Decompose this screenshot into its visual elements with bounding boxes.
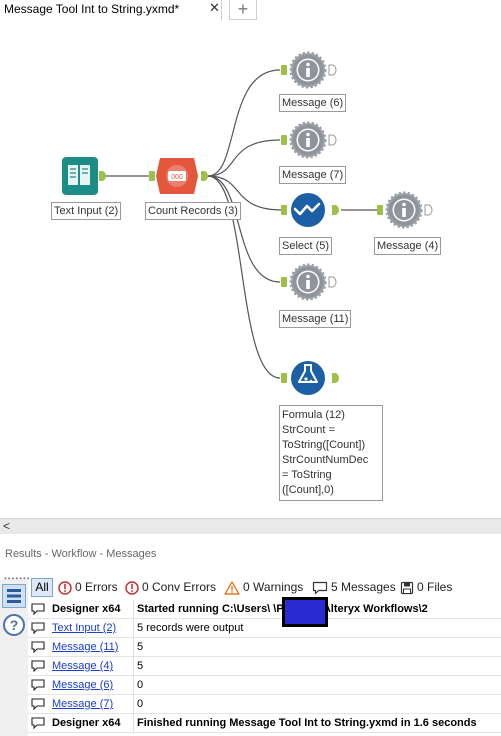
message-bubble-icon (31, 622, 45, 634)
count-records-label: Count Records (3) (145, 202, 241, 220)
message-7-label: Message (7) (279, 166, 347, 184)
message-bubble-icon (31, 698, 45, 710)
document-tab-title: Message Tool Int to String.yxmd* (4, 2, 180, 16)
message-source: Designer x64 (52, 717, 121, 729)
message-source-link[interactable]: Text Input (2) (52, 622, 116, 634)
message-4-label: Message (4) (374, 237, 442, 255)
message-text: 5 records were output (137, 622, 244, 634)
message-source-link[interactable]: Message (7) (52, 698, 113, 710)
formula-label-line: StrCount = (282, 424, 335, 436)
message-11-tool[interactable] (281, 263, 337, 301)
formula-label-line: ([Count],0) (282, 484, 334, 496)
results-panel-title: Results - Workflow - Messages (5, 548, 157, 560)
svg-text:000: 000 (171, 174, 183, 181)
filter-errors-label: 0 Errors (75, 580, 118, 594)
help-icon[interactable]: ? (2, 613, 26, 637)
message-bubble-icon (31, 717, 45, 729)
message-11-label: Message (11) (279, 310, 352, 328)
conversion-error-icon (125, 580, 139, 595)
column-divider (133, 676, 134, 695)
filter-files-label: 0 Files (417, 580, 453, 594)
document-tab[interactable]: Message Tool Int to String.yxmd* ✕ (0, 0, 222, 20)
count-records-tool[interactable]: 000 (149, 158, 208, 194)
workflow-wires: 000 (62, 51, 433, 395)
close-tab-icon[interactable]: ✕ (209, 0, 220, 16)
column-divider (133, 657, 134, 676)
message-6-tool[interactable] (281, 51, 337, 89)
error-icon (58, 580, 72, 595)
scroll-left-arrow-icon[interactable]: < (3, 519, 10, 533)
filter-conv-errors-button[interactable]: 0 Conv Errors (125, 578, 216, 597)
table-row[interactable]: Designer x64 Started running C:\Users\ \… (28, 600, 501, 619)
filter-warnings-label: 0 Warnings (243, 580, 304, 594)
formula-12-tool[interactable] (281, 361, 339, 395)
select-5-tool[interactable] (281, 193, 339, 227)
column-divider (133, 619, 134, 638)
formula-label-line: StrCountNumDec (282, 454, 369, 466)
filter-files-button[interactable]: 0 Files (400, 578, 452, 597)
filter-messages-button[interactable]: 5 Messages (312, 578, 396, 597)
column-divider (133, 600, 134, 619)
message-text: Finished running Message Tool Int to Str… (137, 717, 477, 729)
message-6-label: Message (6) (279, 94, 347, 112)
message-source: Designer x64 (52, 603, 121, 615)
filter-errors-button[interactable]: 0 Errors (58, 578, 118, 597)
message-text: 0 (137, 698, 144, 710)
formula-label-line: Formula (12) (282, 409, 345, 421)
messages-list-icon[interactable] (2, 584, 26, 608)
column-divider (133, 638, 134, 657)
column-divider (133, 695, 134, 714)
document-tab-bar: Message Tool Int to String.yxmd* ✕ + (0, 0, 501, 20)
message-source-link[interactable]: Message (11) (52, 641, 118, 653)
column-divider (133, 714, 134, 733)
redaction-box (282, 597, 328, 627)
message-text: 0 (137, 679, 144, 691)
filter-messages-label: 5 Messages (331, 580, 396, 594)
warning-icon (224, 580, 240, 595)
save-file-icon (400, 581, 414, 594)
filter-conv-errors-label: 0 Conv Errors (142, 580, 217, 594)
text-input-label: Text Input (2) (51, 202, 122, 220)
canvas-horizontal-scrollbar[interactable]: < (0, 518, 501, 534)
svg-text:?: ? (10, 617, 19, 633)
message-bubble-icon (31, 660, 45, 672)
message-bubble-icon (31, 603, 45, 615)
table-row[interactable]: Message (4) 5 (28, 657, 501, 676)
new-tab-button[interactable]: + (229, 0, 257, 20)
message-text: 5 (137, 641, 144, 653)
message-text: 5 (137, 660, 144, 672)
message-source-link[interactable]: Message (6) (52, 679, 113, 691)
message-bubble-icon (312, 581, 328, 594)
message-source-link[interactable]: Message (4) (52, 660, 113, 672)
text-input-tool[interactable] (62, 157, 106, 195)
message-bubble-icon (31, 679, 45, 691)
workflow-canvas[interactable]: 000 Text Input (2) Count Records (3) Mes… (0, 20, 501, 518)
formula-label-line: = ToString (282, 469, 332, 481)
message-7-tool[interactable] (281, 121, 337, 159)
table-row[interactable]: Message (6) 0 (28, 676, 501, 695)
table-row[interactable]: Message (11) 5 (28, 638, 501, 657)
message-4-tool[interactable] (377, 191, 433, 229)
table-row[interactable]: Message (7) 0 (28, 695, 501, 714)
table-row[interactable]: Designer x64 Finished running Message To… (28, 714, 501, 733)
table-row[interactable]: Text Input (2) 5 records were output (28, 619, 501, 638)
results-side-rail: ? (0, 580, 28, 736)
formula-label-line: ToString([Count]) (282, 439, 366, 451)
message-bubble-icon (31, 641, 45, 653)
select-5-label: Select (5) (279, 237, 333, 255)
filter-all-button[interactable]: All (31, 578, 53, 597)
filter-warnings-button[interactable]: 0 Warnings (224, 578, 303, 597)
formula-12-label: Formula (12) StrCount = ToString([Count]… (279, 405, 383, 501)
